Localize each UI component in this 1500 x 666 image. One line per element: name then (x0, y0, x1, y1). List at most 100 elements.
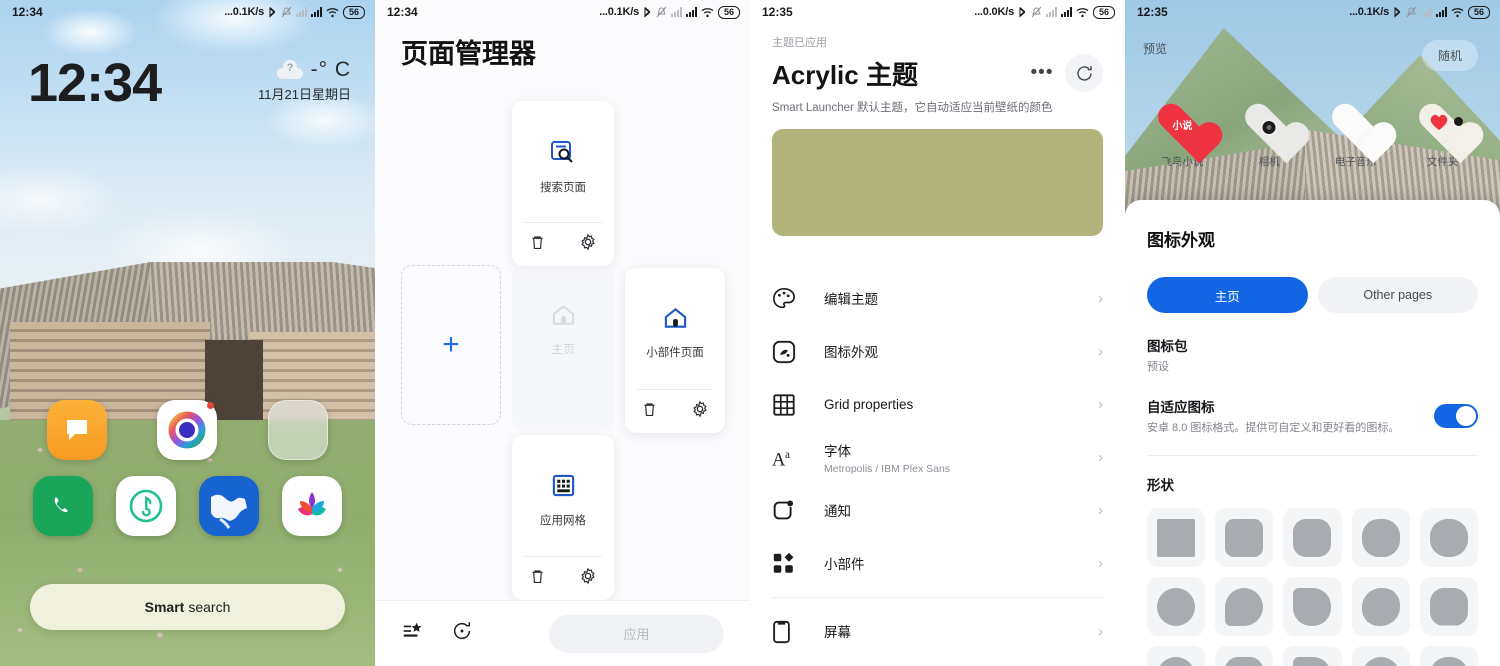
shape-option-rounded-small[interactable] (1215, 508, 1273, 567)
list-divider (772, 597, 1103, 598)
apply-button[interactable]: 应用 (549, 615, 724, 653)
adaptive-icons-field[interactable]: 自适应图标 安卓 8.0 图标格式。提供可自定义和更好看的图标。 (1147, 396, 1478, 435)
app-icon-gallery-lotus[interactable] (282, 476, 342, 536)
font-icon: A a (772, 446, 802, 470)
wallpaper-sky (0, 0, 375, 300)
app-icon-phone[interactable] (33, 476, 93, 536)
theme-item-label: 通知 (824, 504, 851, 519)
heart-shape-icon: 小说 (1158, 105, 1206, 149)
weather-date: 11月21日星期日 (258, 84, 351, 103)
bluetooth-icon (643, 6, 652, 18)
preview-app-folder[interactable]: 文件夹 (1412, 105, 1474, 169)
chevron-right-icon: › (1098, 396, 1103, 413)
set-default-icon[interactable] (401, 620, 423, 647)
widgets-icon (772, 552, 802, 575)
app-grid-icon (551, 473, 576, 503)
page-cards-canvas: 搜索页面 主页 (375, 95, 750, 600)
mini-dot-icon (1454, 117, 1463, 126)
shape-option-circle[interactable] (1147, 577, 1205, 636)
smart-search-light: search (188, 599, 230, 615)
shape-option-teardrop-top[interactable] (1283, 577, 1341, 636)
status-bar: 12:35 ...0.0K/s 56 (750, 0, 1125, 24)
preview-app-emusic[interactable]: 电子音乐 (1325, 105, 1387, 169)
shape-option-row3-5[interactable] (1420, 646, 1478, 666)
shape-grid (1147, 508, 1478, 666)
icon-pack-field[interactable]: 图标包 预设 (1147, 335, 1478, 374)
weather-widget[interactable]: ? -° C 11月21日星期日 (258, 58, 351, 103)
delete-icon[interactable] (641, 401, 658, 423)
theme-item-screen[interactable]: 屏幕 › (750, 605, 1125, 658)
theme-item-label: 编辑主题 (824, 292, 878, 307)
gear-icon[interactable] (579, 233, 597, 256)
clock-widget[interactable]: 12:34 (28, 52, 161, 114)
shape-option-squircle-alt[interactable] (1352, 577, 1410, 636)
smart-search-bold: Smart (145, 599, 185, 615)
battery-level: 56 (1468, 6, 1490, 19)
shape-option-row3-3[interactable] (1283, 646, 1341, 666)
theme-item-notifications[interactable]: 通知 › (750, 484, 1125, 537)
shape-option-row3-1[interactable] (1147, 646, 1205, 666)
page-card-label: 搜索页面 (540, 179, 586, 195)
delete-icon[interactable] (529, 568, 546, 590)
app-icon-camera-beauty[interactable] (157, 400, 217, 460)
theme-item-edit-theme[interactable]: 编辑主题 › (750, 272, 1125, 325)
panel-theme-settings: 12:35 ...0.0K/s 56 主题已应用 Acrylic (750, 0, 1125, 666)
random-button[interactable]: 随机 (1422, 40, 1478, 71)
grid-icon (772, 393, 802, 417)
gear-icon[interactable] (579, 567, 597, 590)
shape-option-rounded-medium[interactable] (1283, 508, 1341, 567)
chevron-right-icon: › (1098, 343, 1103, 360)
app-icon-photo-folder[interactable] (268, 400, 328, 460)
theme-item-icon-appearance[interactable]: 图标外观 › (750, 325, 1125, 378)
theme-item-label: 小部件 (824, 557, 865, 572)
theme-name-row: Acrylic 主题 ••• (772, 54, 1103, 92)
more-options-icon[interactable]: ••• (1025, 56, 1059, 90)
theme-description: Smart Launcher 默认主题，它自动适应当前壁纸的颜色 (772, 99, 1103, 115)
reset-icon[interactable] (451, 620, 473, 647)
adaptive-icons-toggle[interactable] (1434, 404, 1478, 428)
tab-home-page[interactable]: 主页 (1147, 277, 1308, 313)
delete-icon[interactable] (529, 234, 546, 256)
shape-option-row3-2[interactable] (1215, 646, 1273, 666)
reset-theme-icon[interactable] (1065, 54, 1103, 92)
status-icons: ...0.1K/s 56 (599, 6, 740, 19)
palette-icon (772, 287, 802, 311)
shapes-title: 形状 (1147, 474, 1478, 494)
smart-search-bar[interactable]: Smart search (30, 584, 345, 630)
theme-item-text: 字体 Metropolis / IBM Plex Sans (824, 440, 950, 475)
page-title: 页面管理器 (401, 32, 536, 71)
preview-app-novel[interactable]: 小说 飞鸟小说 (1151, 105, 1213, 169)
svg-text:A: A (772, 449, 786, 470)
app-icon-browser-globe[interactable] (199, 476, 259, 536)
shape-option-square[interactable] (1147, 508, 1205, 567)
theme-item-font[interactable]: A a 字体 Metropolis / IBM Plex Sans › (750, 431, 1125, 484)
theme-color-preview[interactable] (772, 129, 1103, 236)
page-card-search[interactable]: 搜索页面 (512, 101, 614, 266)
svg-text:a: a (785, 449, 790, 461)
preview-label[interactable]: 预览 (1143, 40, 1167, 57)
shape-option-cut-corner[interactable] (1420, 577, 1478, 636)
app-icon-messages[interactable] (47, 400, 107, 460)
status-bar: 12:34 ...0.1K/s 56 (375, 0, 750, 24)
gear-icon[interactable] (691, 400, 709, 423)
theme-item-widgets[interactable]: 小部件 › (750, 537, 1125, 590)
heart-shape-icon (1419, 105, 1467, 149)
page-card-app-grid[interactable]: 应用网格 (512, 435, 614, 600)
page-card-widget[interactable]: 小部件页面 (625, 268, 725, 433)
preview-app-camera[interactable]: 相机 (1238, 105, 1300, 169)
shape-option-squircle[interactable] (1420, 508, 1478, 567)
theme-item-grid-properties[interactable]: Grid properties › (750, 378, 1125, 431)
status-time: 12:35 (762, 5, 793, 19)
add-page-placeholder[interactable]: + (401, 265, 501, 425)
weather-unknown-mark: ? (287, 62, 294, 74)
app-icon-music[interactable] (116, 476, 176, 536)
theme-item-label: 屏幕 (824, 625, 851, 640)
network-speed: ...0.0K/s (974, 6, 1014, 18)
shape-option-rounded-large[interactable] (1352, 508, 1410, 567)
page-card-home-ghost[interactable]: 主页 (512, 265, 614, 430)
theme-actions: ••• (1025, 54, 1103, 92)
shape-option-teardrop-left[interactable] (1215, 577, 1273, 636)
tab-other-pages[interactable]: Other pages (1318, 277, 1479, 313)
shape-option-row3-4[interactable] (1352, 646, 1410, 666)
theme-item-text: 屏幕 (824, 621, 851, 642)
